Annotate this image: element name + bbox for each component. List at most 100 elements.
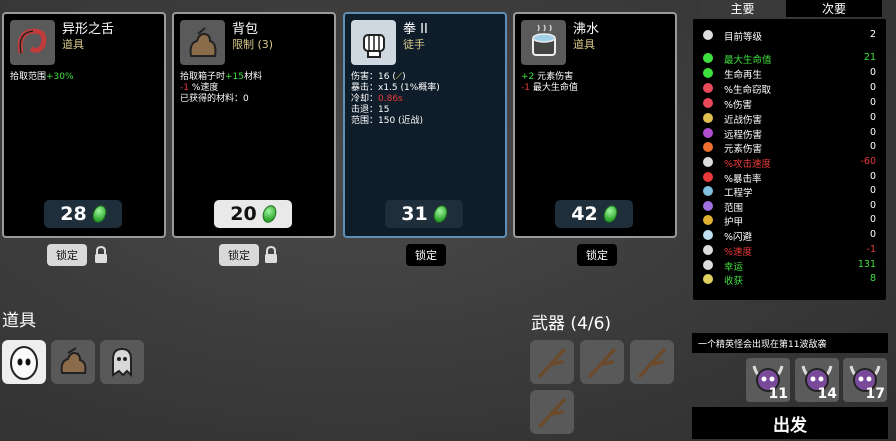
stat-row[interactable]: 近战伤害 0 (693, 111, 886, 126)
stat-row[interactable]: %生命窃取 0 (693, 81, 886, 96)
card-thumbnail (10, 20, 55, 65)
card-stat-text: ) (402, 72, 406, 82)
weapons-title: 武器 (4/6) (531, 314, 612, 334)
stat-row[interactable]: %伤害 0 (693, 96, 886, 111)
card-stat-text: 0.86s (378, 94, 403, 104)
card-thumbnail (180, 20, 225, 65)
price-value: 42 (571, 203, 598, 225)
card-stat-line: 冷却：0.86s (351, 94, 440, 105)
card-description: 拾取箱子时+15材料 -1 %速度 已获得的材料：0 (180, 72, 262, 105)
stat-label: 最大生命值 (724, 55, 772, 66)
card-stat-line: -1 %速度 (180, 83, 262, 94)
level-icon (702, 29, 714, 41)
item-slot-egg[interactable] (2, 340, 46, 384)
stat-row[interactable]: 生命再生 0 (693, 66, 886, 81)
price-button[interactable]: 42 (555, 200, 633, 228)
lock-button[interactable]: 锁定 (406, 244, 446, 266)
stat-label: 收获 (724, 276, 744, 287)
card-stat-text: 暴击：x1.5 (1%概率) (351, 83, 440, 93)
stat-row[interactable]: %速度 -1 (693, 243, 886, 258)
shop-card[interactable]: 拳 II 徒手 伤害：16 (⟋) 暴击：x1.5 (1%概率) 冷却：0.86s 击退：… (343, 12, 507, 238)
weapon-slot-1[interactable] (530, 340, 574, 384)
fist-icon (362, 33, 385, 58)
lifesteal-icon (702, 82, 714, 94)
stat-row[interactable]: %闪避 0 (693, 228, 886, 243)
stat-value: 0 (869, 171, 876, 182)
engineering-icon (702, 185, 714, 197)
boiling-water-icon (531, 24, 556, 56)
backpack-icon (189, 26, 216, 57)
stat-value: 0 (869, 214, 876, 225)
range-icon (702, 200, 714, 212)
card-name: 沸水 (573, 22, 600, 37)
padlock-icon (263, 245, 279, 264)
stat-row[interactable]: %暴击率 0 (693, 170, 886, 185)
card-thumbnail (521, 20, 566, 65)
stat-row[interactable]: 收获 8 (693, 272, 886, 287)
tab-secondary[interactable]: 次要 (786, 0, 882, 17)
lock-button[interactable]: 锁定 (47, 244, 87, 266)
stat-label: %速度 (724, 247, 753, 258)
stat-row[interactable]: 最大生命值 21 (693, 51, 886, 66)
shop-card[interactable]: 沸水 道具 +2 元素伤害 -1 最大生命值 42 (513, 12, 677, 238)
price-button[interactable]: 31 (385, 200, 463, 228)
stat-value: 0 (869, 141, 876, 152)
speed-icon (702, 244, 714, 256)
material-coin-icon (431, 203, 450, 225)
card-type: 徒手 (403, 38, 425, 51)
card-stat-line: +2 元素伤害 (521, 72, 578, 83)
stats-tabs: 主要 次要 (700, 0, 896, 17)
stat-label: 范围 (724, 203, 744, 214)
card-stat-text: 范围：150 (近战) (351, 116, 424, 126)
price-value: 20 (230, 203, 257, 225)
stat-row[interactable]: 目前等级 2 (693, 28, 886, 43)
card-stat-text: 冷却： (351, 94, 379, 104)
weapon-slot-4[interactable] (530, 390, 574, 434)
ranged-icon (702, 127, 714, 139)
stat-row[interactable]: 元素伤害 0 (693, 140, 886, 155)
melee-icon (702, 112, 714, 124)
stat-label: 远程伤害 (724, 130, 763, 141)
card-stat-text: +15 (225, 72, 245, 82)
price-button[interactable]: 20 (214, 200, 292, 228)
card-stat-line: 拾取范围+30% (10, 72, 74, 83)
card-thumbnail (351, 20, 396, 65)
ghost-icon (112, 347, 132, 378)
stat-value: 131 (857, 259, 876, 270)
stat-row[interactable]: 工程学 0 (693, 184, 886, 199)
stat-row[interactable]: 范围 0 (693, 199, 886, 214)
stat-value: 0 (869, 200, 876, 211)
card-stat-line: 拾取箱子时+15材料 (180, 72, 262, 83)
luck-icon (702, 259, 714, 271)
weapon-slot-3[interactable] (630, 340, 674, 384)
stat-label: 元素伤害 (724, 144, 763, 155)
weapon-slot-2[interactable] (580, 340, 624, 384)
item-slot-backpack[interactable] (51, 340, 95, 384)
card-stat-text: 伤害：16 ( (351, 72, 396, 82)
card-stat-text: 元素伤害 (534, 72, 574, 82)
stat-row[interactable]: 幸运 131 (693, 258, 886, 273)
stat-row[interactable]: 护甲 0 (693, 213, 886, 228)
armor-icon (702, 214, 714, 226)
card-stat-text: 拾取箱子时 (180, 72, 226, 82)
material-coin-icon (90, 203, 109, 225)
stat-row[interactable]: 远程伤害 0 (693, 126, 886, 141)
lock-button[interactable]: 锁定 (219, 244, 259, 266)
shop-card[interactable]: 异形之舌 道具 拾取范围+30% 28 (2, 12, 166, 238)
damage-icon (702, 97, 714, 109)
card-stat-text: 材料 (244, 72, 263, 82)
card-stat-text: +30% (46, 72, 74, 82)
shop-card[interactable]: 背包 限制 (3) 拾取箱子时+15材料 -1 %速度 已获得的材料：0 20 (172, 12, 336, 238)
stat-row[interactable]: %攻击速度 -60 (693, 155, 886, 170)
material-coin-icon (260, 203, 279, 225)
go-button[interactable]: 出发 (692, 407, 888, 439)
stat-value: 0 (869, 127, 876, 138)
tab-primary[interactable]: 主要 (700, 0, 785, 17)
stat-label: %生命窃取 (724, 85, 772, 96)
card-stat-text: -1 (521, 83, 530, 93)
card-name: 拳 II (403, 22, 428, 37)
lock-button[interactable]: 锁定 (577, 244, 617, 266)
price-button[interactable]: 28 (44, 200, 122, 228)
elite-notice: 一个精英怪会出现在第11波敌袭 (692, 333, 888, 353)
item-slot-ghost[interactable] (100, 340, 144, 384)
